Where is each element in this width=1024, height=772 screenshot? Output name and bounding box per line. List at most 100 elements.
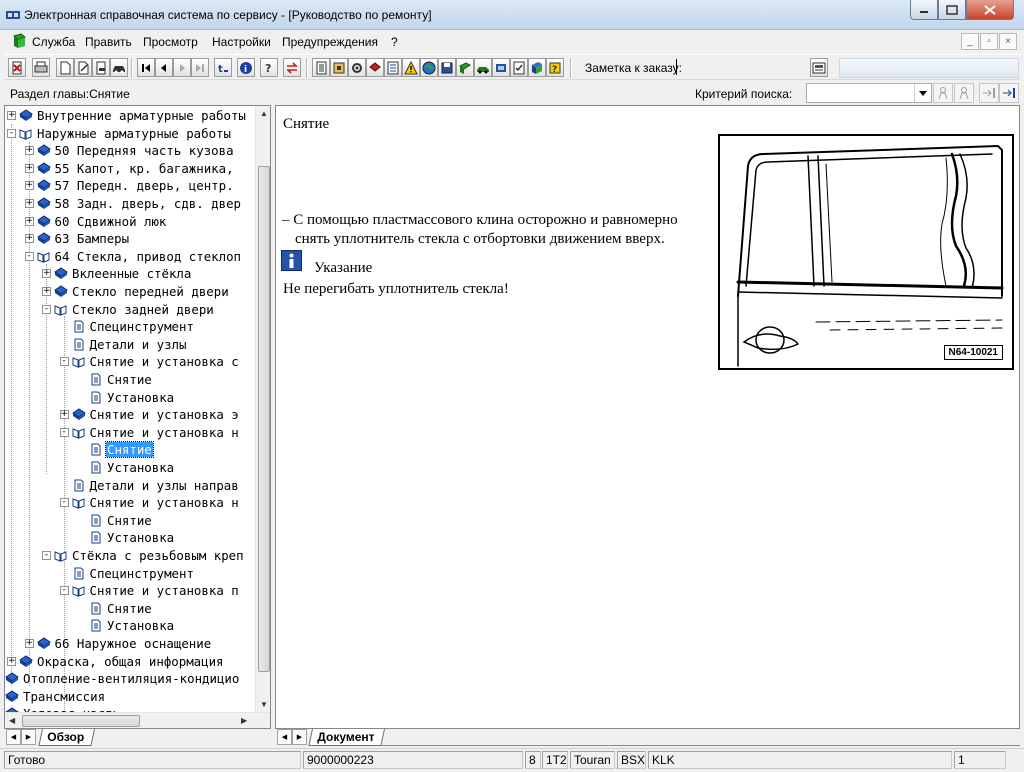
expand-node-icon[interactable]: + — [24, 234, 34, 244]
collapse-node-icon[interactable]: - — [59, 427, 69, 437]
toolbar-green-book-button[interactable] — [456, 58, 474, 77]
toolbar-car-button[interactable] — [110, 58, 128, 77]
tree-node[interactable]: - 64 Стекла, привод стеклоп — [24, 248, 243, 265]
scroll-left-icon[interactable]: ◀ — [9, 716, 15, 725]
toolbar-prev-button[interactable] — [155, 58, 173, 77]
tree-node[interactable]: Отопление-вентиляция-кондицио — [5, 670, 240, 687]
tree-node[interactable]: Детали и узлы направ — [60, 477, 240, 494]
tree-node[interactable]: +50 Передняя часть кузова — [24, 142, 235, 159]
tree-node[interactable]: +58 Задн. дверь, сдв. двер — [24, 195, 243, 212]
toolbar-exit-button[interactable] — [8, 58, 26, 77]
toolbar-vehicle-button[interactable] — [474, 58, 492, 77]
tree-node[interactable]: Установка — [77, 389, 175, 406]
toolbar-tools-button[interactable] — [348, 58, 366, 77]
tree-node[interactable]: - Снятие и установка с — [59, 353, 240, 370]
toolbar-new-button[interactable] — [56, 58, 74, 77]
tab-document[interactable]: Документ — [308, 729, 386, 746]
tab-overview[interactable]: Обзор — [38, 729, 95, 746]
scroll-down-icon[interactable]: ▼ — [260, 700, 268, 709]
menu-view[interactable]: Просмотр — [143, 35, 198, 49]
expand-node-icon[interactable]: + — [24, 199, 34, 208]
tree-node[interactable]: - Снятие и установка п — [59, 582, 240, 599]
right-tab-scroll-left[interactable]: ◀ — [277, 729, 292, 745]
mdi-minimize-button[interactable]: _ — [961, 33, 979, 50]
expand-node-icon[interactable]: + — [7, 111, 16, 120]
tree-node[interactable]: +60 Сдвижной люк — [24, 213, 168, 230]
tree-node[interactable]: +66 Наружное оснащение — [24, 635, 213, 652]
scroll-right-icon[interactable]: ▶ — [241, 716, 247, 725]
toolbar-save-button[interactable] — [438, 58, 456, 77]
left-tab-scroll-left[interactable]: ◀ — [6, 729, 21, 745]
toolbar-question-button[interactable]: ? — [260, 58, 278, 77]
collapse-node-icon[interactable]: - — [59, 498, 69, 508]
expand-node-icon[interactable]: + — [24, 181, 34, 191]
search-button[interactable] — [933, 83, 953, 103]
navigation-tree[interactable]: + Внутренние арматурные работы - Наружные а… — [5, 106, 255, 712]
tree-node[interactable]: + Снятие и установка э — [59, 406, 240, 423]
expand-node-icon[interactable]: + — [24, 146, 34, 156]
tree-node[interactable]: Специнструмент — [60, 318, 195, 335]
expand-button[interactable] — [999, 83, 1019, 103]
tree-node[interactable]: Снятие — [77, 600, 153, 617]
toolbar-note-button[interactable] — [810, 58, 828, 77]
tree-node[interactable]: + Окраска, общая информация — [7, 653, 225, 670]
tree-node[interactable]: + Внутренние арматурные работы — [7, 107, 247, 124]
right-tab-scroll-right[interactable]: ▶ — [292, 729, 307, 745]
toolbar-swap-button[interactable] — [283, 58, 301, 77]
tree-node[interactable]: - Снятие и установка н — [59, 494, 240, 511]
expand-node-icon[interactable]: + — [42, 287, 51, 296]
toolbar-diagnostics-button[interactable] — [492, 58, 510, 77]
left-tab-scroll-right[interactable]: ▶ — [21, 729, 36, 745]
collapse-node-icon[interactable]: - — [42, 304, 51, 314]
tree-node[interactable]: Установка — [77, 459, 175, 476]
expand-node-icon[interactable]: + — [24, 639, 34, 648]
expand-node-icon[interactable]: + — [24, 163, 34, 173]
mdi-restore-button[interactable]: ▫ — [980, 33, 998, 50]
tree-node[interactable]: + Вклеенные стёкла — [42, 265, 192, 282]
search-next-button[interactable] — [954, 83, 974, 103]
collapse-node-icon[interactable]: - — [7, 128, 16, 138]
toolbar-edit-button[interactable] — [74, 58, 92, 77]
tree-node[interactable]: Снятие — [77, 512, 153, 529]
expand-node-icon[interactable]: + — [59, 410, 69, 420]
toolbar-checklist-button[interactable] — [510, 58, 528, 77]
toolbar-next-button[interactable] — [173, 58, 191, 77]
tree-node[interactable]: Снятие — [77, 441, 154, 459]
collapse-node-icon[interactable]: - — [42, 551, 51, 560]
door-illustration[interactable]: N64-10021 — [718, 134, 1014, 370]
collapse-node-icon[interactable]: - — [59, 357, 69, 367]
toolbar-doc-car-button[interactable] — [92, 58, 110, 77]
toolbar-first-button[interactable] — [137, 58, 155, 77]
menu-settings[interactable]: Настройки — [212, 35, 271, 49]
scroll-up-icon[interactable]: ▲ — [260, 109, 268, 118]
mdi-close-button[interactable]: × — [999, 33, 1017, 50]
menu-help[interactable]: ? — [391, 35, 398, 49]
tree-vertical-scrollbar[interactable]: ▲ ▼ — [255, 106, 270, 712]
menu-service[interactable]: Служба — [32, 35, 75, 49]
menu-edit[interactable]: Править — [85, 35, 132, 49]
collapse-node-icon[interactable]: - — [59, 586, 69, 596]
collapse-button[interactable] — [979, 83, 999, 103]
tree-node[interactable]: Специнструмент — [60, 565, 195, 582]
tree-node[interactable]: - Стекло задней двери — [42, 301, 215, 318]
tree-vertical-thumb[interactable] — [258, 166, 270, 672]
toolbar-help-book-button[interactable]: ? — [546, 58, 564, 77]
menu-warnings[interactable]: Предупреждения — [282, 35, 378, 49]
tree-node[interactable]: Трансмиссия — [5, 688, 106, 705]
tree-horizontal-scrollbar[interactable]: ◀ ▶ — [5, 712, 270, 728]
order-note-field[interactable] — [676, 59, 677, 75]
tree-node[interactable]: +57 Передн. дверь, центр. — [24, 177, 235, 194]
tree-node[interactable]: Установка — [77, 529, 175, 546]
tree-node[interactable]: +55 Капот, кр. багажника, — [24, 160, 235, 177]
maximize-button[interactable] — [938, 0, 966, 20]
tree-node[interactable]: +63 Бамперы — [24, 230, 131, 247]
toolbar-list-button[interactable] — [384, 58, 402, 77]
tree-node[interactable]: Снятие — [77, 371, 153, 388]
toolbar-info-button[interactable]: i — [237, 58, 255, 77]
tree-horizontal-thumb[interactable] — [22, 715, 140, 727]
toolbar-parts-button[interactable] — [330, 58, 348, 77]
tree-node[interactable]: - Наружные арматурные работы — [7, 125, 232, 142]
tree-node[interactable]: Детали и узлы — [60, 336, 188, 353]
toolbar-red-book-button[interactable] — [366, 58, 384, 77]
toolbar-warning-button[interactable] — [402, 58, 420, 77]
